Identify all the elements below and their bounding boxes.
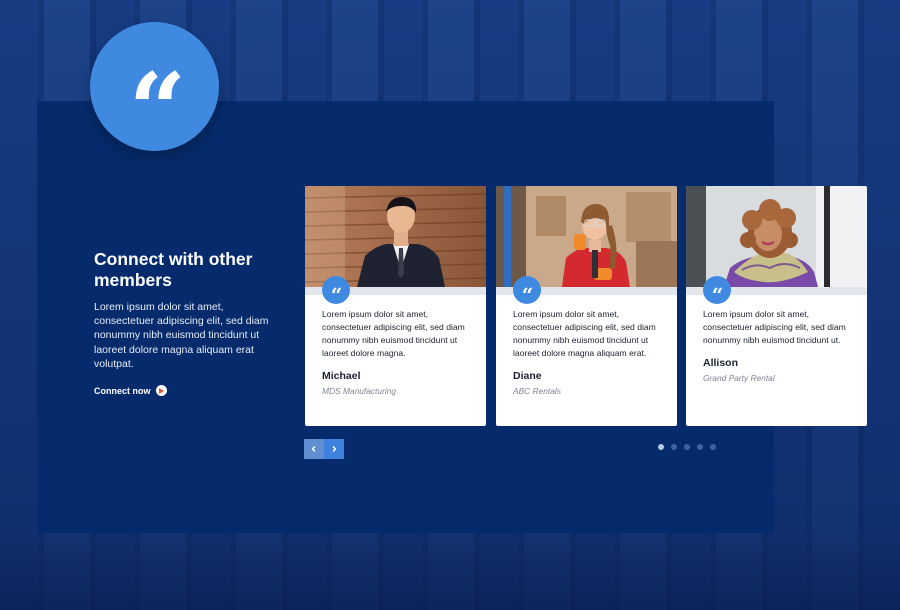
carousel-prev-button[interactable] — [304, 439, 324, 459]
testimonial-text: Lorem ipsum dolor sit amet, consectetuer… — [322, 309, 465, 358]
testimonial-company: MDS Manufacturing — [322, 385, 397, 396]
testimonial-card-allison: “ Lorem ipsum dolor sit amet, consectetu… — [686, 186, 867, 426]
carousel-pagination — [658, 444, 716, 450]
carousel-next-button[interactable] — [324, 439, 344, 459]
background-floor — [0, 530, 900, 610]
connect-now-label: Connect now — [94, 385, 151, 396]
testimonial-company: ABC Rentals — [513, 385, 561, 396]
pagination-dot[interactable] — [658, 444, 664, 450]
michael-photo — [305, 186, 486, 287]
section-description: Lorem ipsum dolor sit amet, consectetuer… — [94, 301, 269, 370]
diane-photo — [496, 186, 677, 287]
pagination-dot[interactable] — [671, 444, 677, 450]
testimonial-body: Lorem ipsum dolor sit amet, consectetuer… — [513, 308, 667, 397]
testimonial-name: Diane — [513, 369, 542, 382]
quote-circle-icon: “ — [90, 22, 219, 160]
section-heading: Connect with other members — [94, 249, 253, 290]
pagination-dot[interactable] — [684, 444, 690, 450]
testimonial-name: Allison — [703, 356, 739, 369]
allison-photo — [686, 186, 867, 287]
play-circle-icon — [155, 385, 167, 396]
pagination-dot[interactable] — [697, 444, 703, 450]
pagination-dot[interactable] — [710, 444, 716, 450]
quote-glyph: “ — [128, 50, 186, 169]
testimonial-company: Grand Party Rental — [703, 372, 775, 383]
connect-now-link[interactable]: Connect now — [94, 385, 167, 396]
quote-badge-icon: “ — [322, 276, 350, 307]
testimonial-name: Michael — [322, 369, 361, 382]
testimonial-card-michael: “ Lorem ipsum dolor sit amet, consectetu… — [305, 186, 486, 426]
intro-block: Connect with other members Lorem ipsum d… — [94, 249, 269, 371]
chevron-right-icon — [332, 446, 337, 452]
testimonial-body: Lorem ipsum dolor sit amet, consectetuer… — [703, 308, 857, 385]
quote-badge-icon: “ — [513, 276, 541, 307]
testimonial-body: Lorem ipsum dolor sit amet, consectetuer… — [322, 308, 476, 397]
testimonial-card-diane: “ Lorem ipsum dolor sit amet, consectetu… — [496, 186, 677, 426]
testimonial-text: Lorem ipsum dolor sit amet, consectetuer… — [513, 309, 656, 358]
testimonial-text: Lorem ipsum dolor sit amet, consectetuer… — [703, 309, 846, 345]
chevron-left-icon — [311, 446, 316, 452]
quote-badge-icon: “ — [703, 276, 731, 307]
